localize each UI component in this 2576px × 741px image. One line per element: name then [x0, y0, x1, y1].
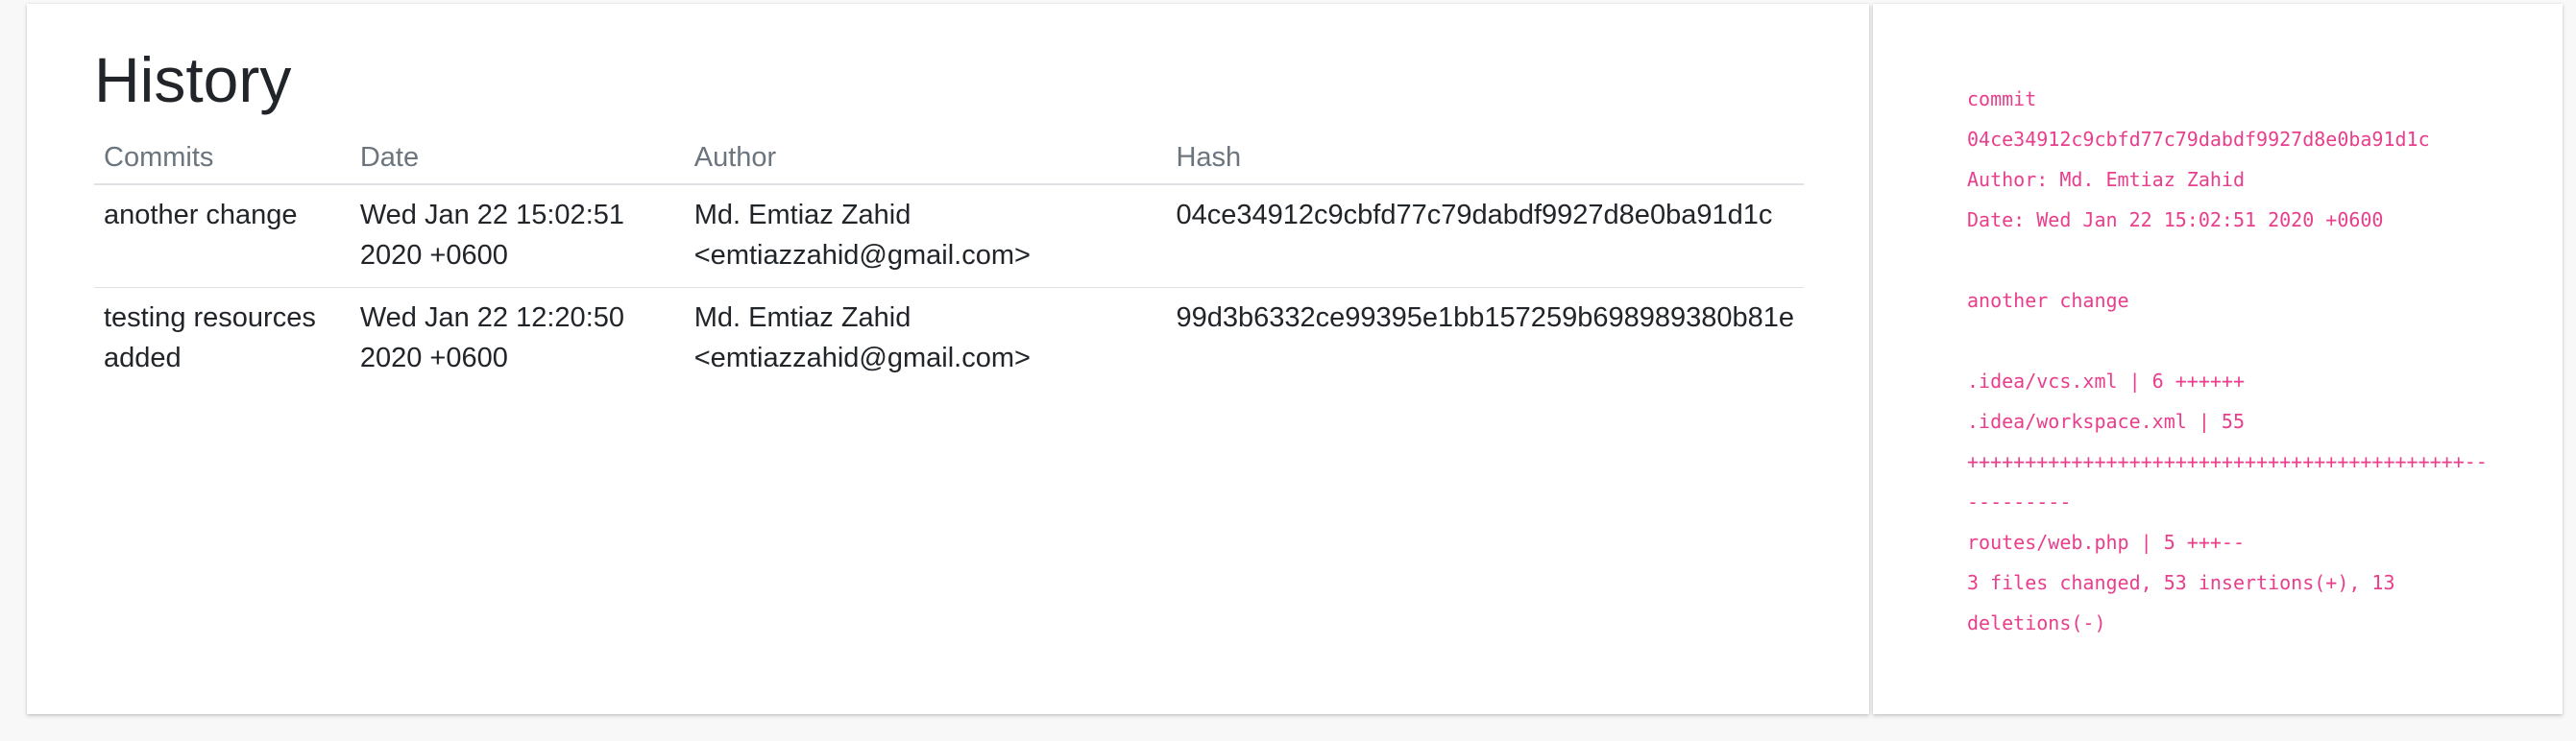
commit-message: testing resources added: [94, 287, 351, 390]
commit-details-text: commit 04ce34912c9cbfd77c79dabdf9927d8e0…: [1967, 87, 2488, 634]
commit-details-panel: commit 04ce34912c9cbfd77c79dabdf9927d8e0…: [1873, 4, 2563, 714]
history-panel: History Commits Date Author Hash another…: [27, 4, 1869, 714]
column-header-hash: Hash: [1166, 134, 1804, 185]
commit-date: Wed Jan 22 12:20:50 2020 +0600: [350, 287, 685, 390]
table-header-row: Commits Date Author Hash: [94, 134, 1804, 185]
commit-author: Md. Emtiaz Zahid <emtiazzahid@gmail.com>: [684, 287, 1167, 390]
commit-hash[interactable]: 04ce34912c9cbfd77c79dabdf9927d8e0ba91d1c: [1166, 183, 1804, 288]
column-header-author: Author: [684, 134, 1167, 185]
table-row[interactable]: testing resources added Wed Jan 22 12:20…: [94, 287, 1804, 390]
column-header-commits: Commits: [94, 134, 351, 185]
commit-hash[interactable]: 99d3b6332ce99395e1bb157259b698989380b81e: [1166, 287, 1804, 390]
commit-author: Md. Emtiaz Zahid <emtiazzahid@gmail.com>: [684, 183, 1167, 288]
page: History Commits Date Author Hash another…: [0, 0, 2576, 741]
table-row[interactable]: another change Wed Jan 22 15:02:51 2020 …: [94, 183, 1804, 288]
column-header-date: Date: [350, 134, 685, 185]
commit-date: Wed Jan 22 15:02:51 2020 +0600: [350, 183, 685, 288]
page-title: History: [94, 44, 292, 115]
commit-message: another change: [94, 183, 351, 288]
history-table: Commits Date Author Hash another change …: [94, 134, 1804, 390]
